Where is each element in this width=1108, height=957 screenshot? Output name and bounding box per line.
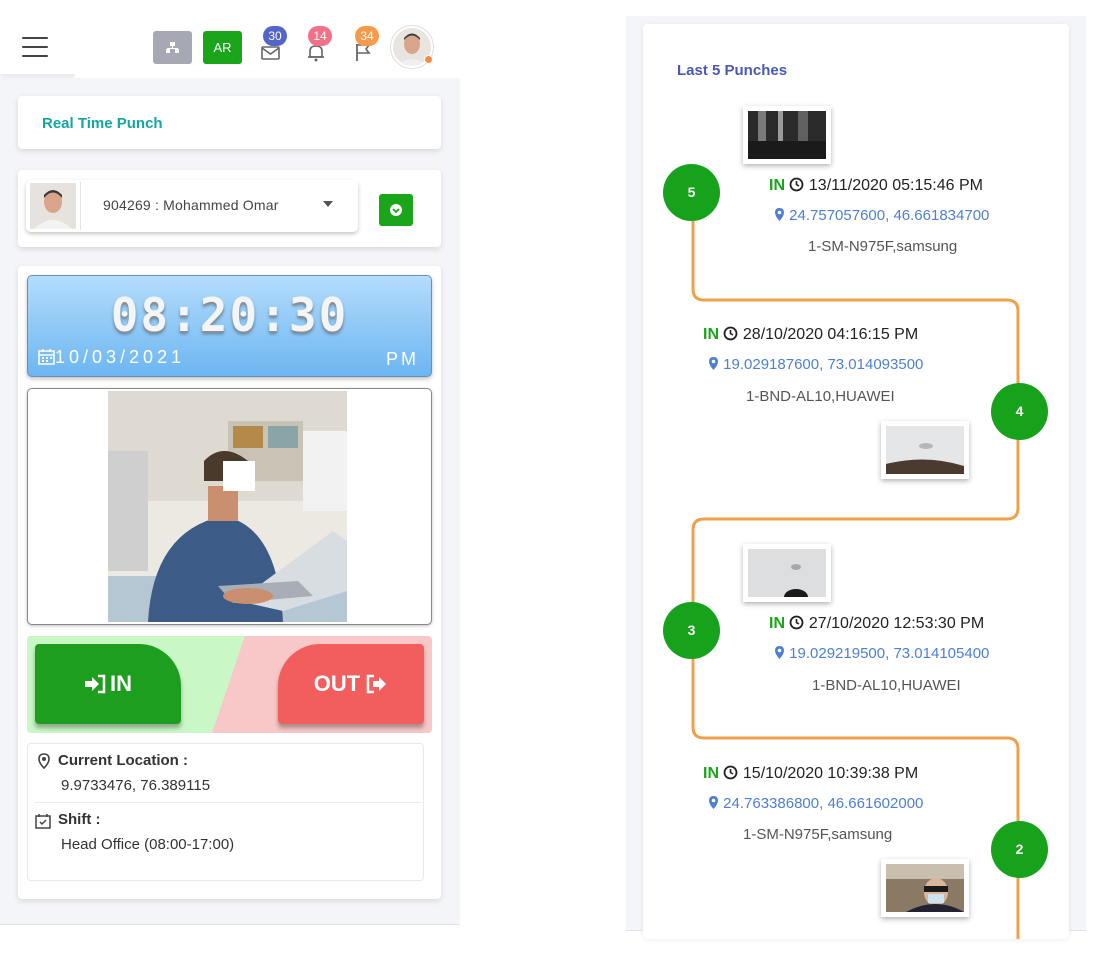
employee-name: 904269 : Mohammed Omar xyxy=(103,197,279,213)
clock-ampm: PM xyxy=(386,349,419,369)
punch-location-text: 24.757057600, 46.661834700 xyxy=(789,207,990,224)
top-bar: AR 30 14 34 xyxy=(0,0,460,78)
punch-thumbnail[interactable] xyxy=(743,106,831,164)
language-button[interactable]: AR xyxy=(203,31,242,64)
map-marker-icon xyxy=(709,357,718,370)
org-chart-icon xyxy=(166,42,179,53)
shift-value: Head Office (08:00-17:00) xyxy=(61,836,235,853)
punch-device: 1-SM-N975F,samsung xyxy=(743,826,893,843)
punch-device: 1-BND-AL10,HUAWEI xyxy=(812,677,961,694)
download-button[interactable] xyxy=(379,194,413,226)
employee-card: 904269 : Mohammed Omar xyxy=(18,170,441,247)
punch-type: IN xyxy=(769,615,785,632)
location-shift-info: Current Location : 9.9733476, 76.389115 … xyxy=(27,743,424,881)
org-chart-button[interactable] xyxy=(153,31,192,64)
punch-in-button[interactable]: IN xyxy=(35,644,181,724)
separator xyxy=(34,802,424,803)
punch-thumbnail[interactable] xyxy=(881,421,969,479)
punch-thumbnail[interactable] xyxy=(743,544,831,602)
punch-thumbnail[interactable] xyxy=(881,859,969,917)
calendar-icon xyxy=(38,349,55,365)
punch-location[interactable]: 24.763386800, 46.661602000 xyxy=(708,795,923,812)
timeline-node: 4 xyxy=(991,383,1048,440)
notification-count-badge: 14 xyxy=(308,26,332,46)
employee-select[interactable]: 904269 : Mohammed Omar xyxy=(26,180,358,232)
clock-date: 10/03/2021 xyxy=(38,347,185,368)
calendar-check-icon xyxy=(35,814,51,829)
current-location-label: Current Location : xyxy=(58,752,188,769)
clock-icon xyxy=(790,615,804,630)
punch-type: IN xyxy=(703,765,719,782)
sign-out-icon xyxy=(366,674,387,694)
employee-photo xyxy=(30,183,76,229)
realtime-punch-panel: AR 30 14 34 Real Time Punch 904269: Moh… xyxy=(0,0,460,925)
clock-time: 08:20:30 xyxy=(110,288,349,342)
map-marker-icon xyxy=(38,753,50,769)
menu-icon[interactable] xyxy=(22,37,48,59)
punch-out-label: OUT xyxy=(313,671,361,696)
punch-location[interactable]: 24.757057600, 46.661834700 xyxy=(774,207,989,224)
punch-datetime: 15/10/2020 10:39:38 PM xyxy=(742,765,919,782)
download-icon xyxy=(390,204,402,216)
punch-buttons: IN OUT xyxy=(27,636,432,733)
punch-location-text: 19.029187600, 73.014093500 xyxy=(723,356,924,373)
timeline-card: Last 5 Punches 5 IN 13/11/2020 05:15:46 … xyxy=(643,24,1069,939)
status-indicator xyxy=(424,55,433,64)
map-marker-icon xyxy=(775,646,784,659)
punch-device: 1-BND-AL10,HUAWEI xyxy=(746,388,895,405)
punch-datetime: 27/10/2020 12:53:30 PM xyxy=(808,615,985,632)
punch-datetime: 28/10/2020 04:16:15 PM xyxy=(742,326,919,343)
menu-shadow xyxy=(0,74,75,80)
punch-type: IN xyxy=(703,326,719,343)
punch-location[interactable]: 19.029187600, 73.014093500 xyxy=(708,356,923,373)
page-title: Real Time Punch xyxy=(42,115,163,132)
camera-photo xyxy=(108,391,347,622)
punch-entry: IN 28/10/2020 04:16:15 PM xyxy=(703,326,918,344)
map-marker-icon xyxy=(709,796,718,809)
punch-entry: IN 13/11/2020 05:15:46 PM xyxy=(769,177,983,195)
clock-icon xyxy=(724,326,738,341)
punch-history-panel: Last 5 Punches 5 IN 13/11/2020 05:15:46 … xyxy=(626,16,1086,939)
map-marker-icon xyxy=(775,208,784,221)
clock-date-text: 10/03/2021 xyxy=(55,347,186,367)
chevron-down-icon xyxy=(323,201,333,207)
punch-in-label: IN xyxy=(110,671,132,696)
divider xyxy=(80,182,81,230)
mail-count-badge: 30 xyxy=(263,26,287,46)
digital-clock: 08:20:30 10/03/2021 PM xyxy=(27,275,432,377)
punch-datetime: 13/11/2020 05:15:46 PM xyxy=(808,177,983,194)
flag-count-badge: 34 xyxy=(355,26,379,46)
clock-icon xyxy=(724,765,738,780)
punch-out-button[interactable]: OUT xyxy=(278,644,424,724)
punch-location-text: 24.763386800, 46.661602000 xyxy=(723,795,924,812)
timeline-node: 3 xyxy=(663,602,720,659)
sign-in-icon xyxy=(85,674,106,694)
punch-device: 1-SM-N975F,samsung xyxy=(808,238,958,255)
timeline-node: 5 xyxy=(663,164,720,221)
realtime-title-card: Real Time Punch xyxy=(18,96,441,149)
punch-location-text: 19.029219500, 73.014105400 xyxy=(789,645,990,662)
camera-preview xyxy=(27,388,432,625)
punch-type: IN xyxy=(769,177,785,194)
timeline-node: 2 xyxy=(991,821,1048,878)
current-location-value: 9.9733476, 76.389115 xyxy=(61,777,211,794)
shift-label: Shift : xyxy=(58,811,101,828)
punch-entry: IN 15/10/2020 10:39:38 PM xyxy=(703,765,918,783)
clock-icon xyxy=(790,177,804,192)
punch-location[interactable]: 19.029219500, 73.014105400 xyxy=(774,645,989,662)
punch-entry: IN 27/10/2020 12:53:30 PM xyxy=(769,615,984,633)
